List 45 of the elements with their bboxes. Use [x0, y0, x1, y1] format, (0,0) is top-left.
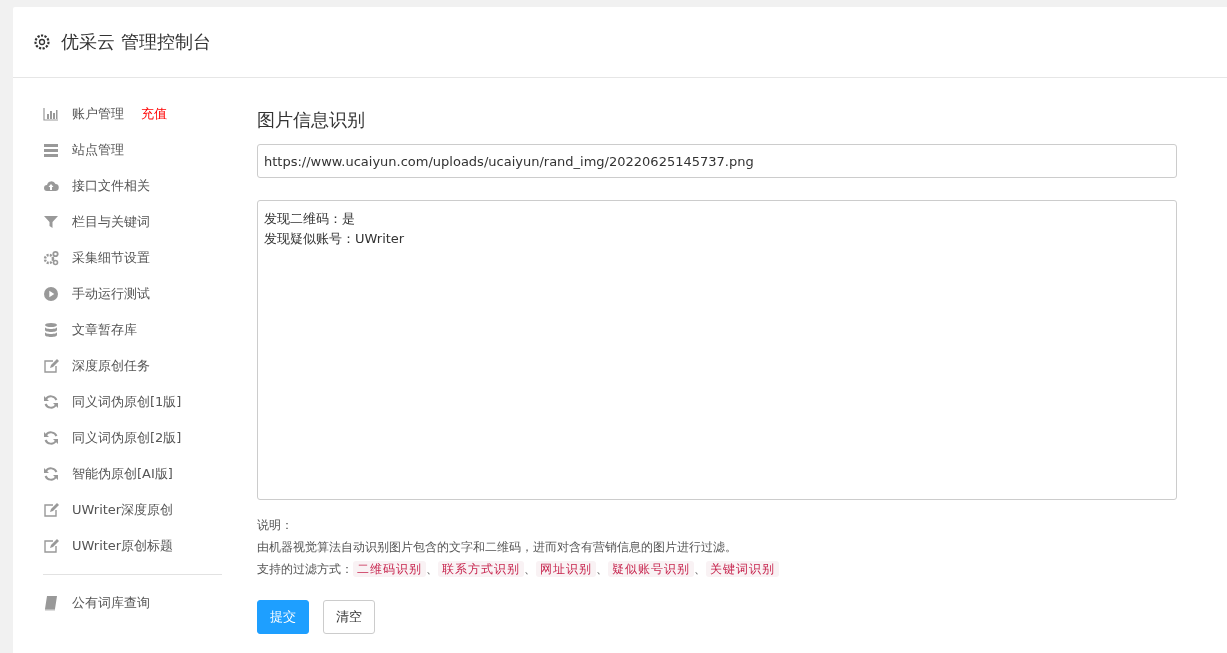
- settings-icon: [33, 33, 51, 51]
- recharge-link[interactable]: 充值: [141, 105, 167, 123]
- sidebar-item[interactable]: 手动运行测试: [72, 285, 150, 303]
- separator-text: 、: [524, 562, 536, 576]
- server-icon: [43, 142, 59, 158]
- edit-icon: [43, 358, 59, 374]
- sidebar-item[interactable]: UWriter原创标题: [72, 537, 174, 555]
- separator-text: 、: [694, 562, 706, 576]
- sidebar-item[interactable]: 深度原创任务: [72, 357, 150, 375]
- sidebar-item[interactable]: 接口文件相关: [72, 177, 150, 195]
- url-field[interactable]: https://www.ucaiyun.com/uploads/ucaiyun/rand_img/20220625145737.png: [257, 144, 1177, 178]
- filter-tag: 关键词识别: [706, 561, 779, 577]
- filter-tag: 疑似账号识别: [608, 561, 694, 577]
- filter-tag: 网址识别: [536, 561, 596, 577]
- edit-icon: [43, 538, 59, 554]
- console-title: 优采云 管理控制台: [61, 30, 211, 54]
- sidebar-item[interactable]: 智能伪原创[AI版]: [72, 465, 173, 483]
- separator-text: 、: [596, 562, 608, 576]
- sidebar-item[interactable]: 公有词库查询: [72, 594, 150, 612]
- sidebar-item[interactable]: 同义词伪原创[2版]: [72, 429, 182, 447]
- cloud-upload-icon: [43, 178, 59, 194]
- separator-text: 、: [426, 562, 438, 576]
- filter-icon: [43, 214, 59, 230]
- sidebar-item[interactable]: 同义词伪原创[1版]: [72, 393, 182, 411]
- clear-button[interactable]: 清空: [323, 600, 375, 634]
- refresh-icon: [43, 394, 59, 410]
- result-box[interactable]: 发现二维码：是 发现疑似账号：UWriter: [257, 200, 1177, 500]
- edit-icon: [43, 502, 59, 518]
- section-title: 图片信息识别: [257, 108, 366, 132]
- description-text: 由机器视觉算法自动识别图片包含的文字和二维码，进而对含有营销信息的图片进行过滤。: [257, 539, 738, 556]
- refresh-icon: [43, 466, 59, 482]
- sidebar-item[interactable]: 文章暂存库: [72, 321, 137, 339]
- bar-chart-icon: [43, 106, 59, 122]
- play-icon: [43, 286, 59, 302]
- filters-label: 支持的过滤方式：: [257, 562, 353, 576]
- sidebar-item[interactable]: UWriter深度原创: [72, 501, 174, 519]
- sidebar-item[interactable]: 栏目与关键词: [72, 213, 150, 231]
- database-icon: [43, 322, 59, 338]
- sidebar-item[interactable]: 站点管理: [72, 141, 124, 159]
- sidebar-item[interactable]: 账户管理: [72, 105, 124, 123]
- sidebar-item[interactable]: 采集细节设置: [72, 249, 150, 267]
- filter-tag: 二维码识别: [353, 561, 426, 577]
- refresh-icon: [43, 430, 59, 446]
- notes-label: 说明：: [257, 517, 294, 534]
- filter-tag: 联系方式识别: [438, 561, 524, 577]
